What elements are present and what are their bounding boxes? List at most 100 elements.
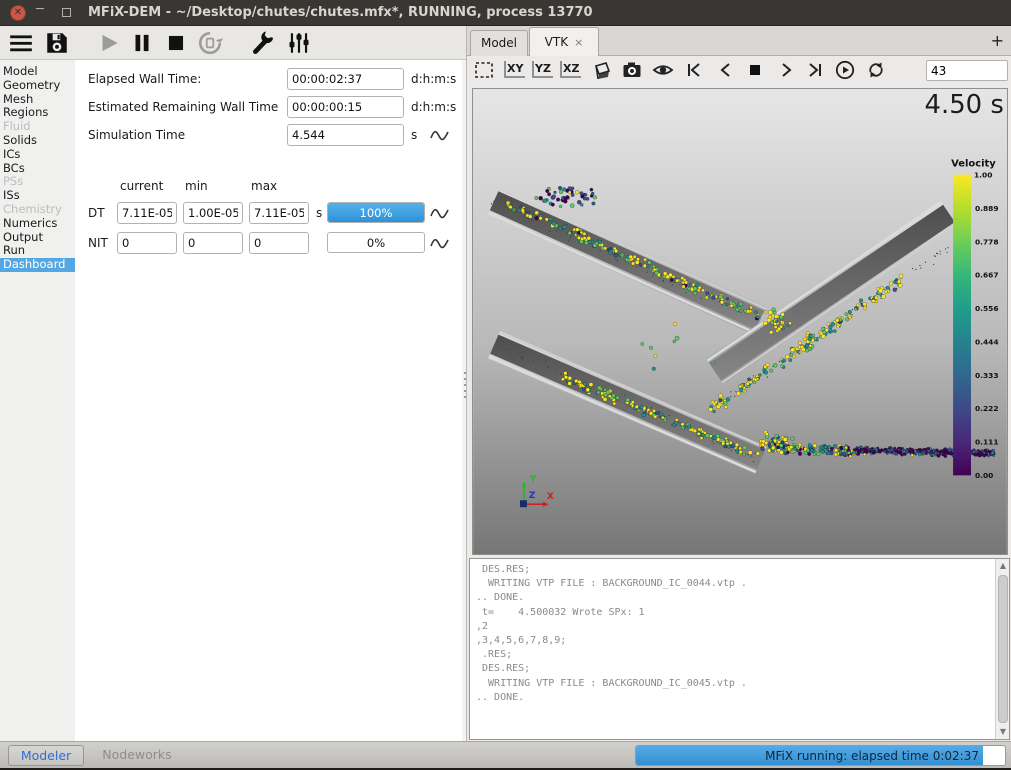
sidebar-item-bcs[interactable]: BCs — [0, 162, 75, 176]
nit-progress-label: 0% — [328, 233, 424, 252]
elapsed-wall-time-unit: d:h:m:s — [411, 68, 456, 90]
vtk-toolbar: XY YZ XZ — [467, 56, 1011, 84]
reset-view-icon[interactable] — [473, 59, 495, 81]
wrench-icon[interactable] — [250, 30, 276, 56]
scroll-down-icon[interactable]: ▼ — [996, 725, 1010, 739]
svg-text:0.556: 0.556 — [975, 304, 999, 313]
svg-text:0.778: 0.778 — [975, 237, 999, 246]
vtk-scene: Velocity1.000.8890.7780.6670.5560.4440.3… — [473, 89, 1007, 554]
sidebar-item-output[interactable]: Output — [0, 231, 75, 245]
elapsed-wall-time-label: Elapsed Wall Time: — [88, 68, 201, 90]
view-xz-icon[interactable]: XZ — [560, 61, 581, 78]
sidebar-item-chemistry: Chemistry — [0, 203, 75, 217]
window-restore-button[interactable] — [62, 8, 71, 17]
sidebar-item-regions[interactable]: Regions — [0, 106, 75, 120]
console-text: DES.RES; WRITING VTP FILE : BACKGROUND_I… — [470, 559, 1009, 709]
svg-text:4.50 s: 4.50 s — [925, 90, 1004, 120]
previous-frame-icon[interactable] — [715, 59, 737, 81]
play-animation-icon[interactable] — [834, 59, 856, 81]
svg-text:Y: Y — [529, 474, 537, 484]
remaining-wall-time-input[interactable] — [287, 96, 404, 118]
svg-text:0.111: 0.111 — [975, 437, 999, 446]
column-header-current: current — [120, 178, 163, 194]
dt-current-input[interactable] — [117, 202, 177, 224]
sidebar-item-numerics[interactable]: Numerics — [0, 217, 75, 231]
elapsed-wall-time-input[interactable] — [287, 68, 404, 90]
tab-close-icon[interactable]: × — [574, 36, 583, 49]
svg-text:0.889: 0.889 — [975, 204, 999, 213]
sidebar-item-fluid: Fluid — [0, 120, 75, 134]
tab-vtk-label: VTK — [545, 35, 568, 49]
simulation-time-sparkline-icon[interactable] — [430, 127, 450, 143]
sidebar-item-solids[interactable]: Solids — [0, 134, 75, 148]
tab-model-label: Model — [481, 36, 517, 50]
dt-min-input[interactable] — [183, 202, 243, 224]
next-frame-icon[interactable] — [775, 59, 797, 81]
loop-icon[interactable] — [865, 59, 887, 81]
dt-progress-label: 100% — [328, 203, 424, 222]
modeler-tab-button[interactable]: Modeler — [8, 745, 84, 766]
console-scrollbar[interactable]: ▲ ▼ — [995, 559, 1009, 739]
menu-icon[interactable] — [8, 30, 34, 56]
stop-playback-icon[interactable] — [744, 59, 766, 81]
tab-model[interactable]: Model — [470, 30, 528, 56]
nit-row-label: NIT — [88, 232, 108, 254]
window-title: MFiX-DEM - ~/Desktop/chutes/chutes.mfx*,… — [88, 0, 593, 26]
camera-icon[interactable] — [621, 59, 643, 81]
view-xy-icon[interactable]: XY — [504, 61, 525, 78]
run-progress-label: MFiX running: elapsed time 0:02:37 — [636, 746, 979, 765]
play-icon[interactable] — [96, 30, 122, 56]
sidebar-item-model[interactable]: Model — [0, 65, 75, 79]
svg-text:0.667: 0.667 — [975, 271, 999, 280]
nit-current-input[interactable] — [117, 232, 177, 254]
add-tab-button[interactable]: + — [991, 31, 1004, 50]
svg-text:Z: Z — [529, 491, 536, 501]
status-bar: Modeler Nodeworks MFiX running: elapsed … — [0, 741, 1011, 768]
frame-number-input[interactable] — [926, 60, 1008, 81]
nit-sparkline-icon[interactable] — [430, 235, 450, 251]
vtk-viewport[interactable]: Velocity1.000.8890.7780.6670.5560.4440.3… — [472, 88, 1008, 555]
sidebar-item-geometry[interactable]: Geometry — [0, 79, 75, 93]
scroll-thumb[interactable] — [998, 575, 1008, 723]
pause-icon[interactable] — [129, 30, 155, 56]
sliders-icon[interactable] — [286, 30, 312, 56]
scroll-up-icon[interactable]: ▲ — [996, 559, 1010, 573]
perspective-icon[interactable] — [591, 59, 613, 81]
simulation-time-input[interactable] — [287, 124, 404, 146]
view-panel: Model VTK× + XY YZ XZ — [466, 26, 1011, 741]
save-icon[interactable] — [44, 30, 70, 56]
nit-max-input[interactable] — [249, 232, 309, 254]
window-minimize-button[interactable]: ─ — [36, 2, 44, 17]
sidebar-item-dashboard[interactable]: Dashboard — [0, 258, 75, 272]
column-header-max: max — [251, 178, 277, 194]
nit-min-input[interactable] — [183, 232, 243, 254]
column-header-min: min — [185, 178, 208, 194]
first-frame-icon[interactable] — [683, 59, 705, 81]
view-yz-icon[interactable]: YZ — [532, 61, 553, 78]
svg-text:0.444: 0.444 — [975, 337, 999, 346]
svg-text:X: X — [547, 492, 554, 502]
window-close-button[interactable]: ✕ — [10, 5, 26, 21]
sidebar-item-mesh[interactable]: Mesh — [0, 93, 75, 107]
sidebar-item-ics[interactable]: ICs — [0, 148, 75, 162]
sidebar-item-run[interactable]: Run — [0, 244, 75, 258]
tab-vtk[interactable]: VTK × — [529, 27, 599, 56]
visibility-eye-icon[interactable] — [652, 59, 674, 81]
view-tab-bar: Model VTK × + — [467, 26, 1011, 56]
nodeworks-tab-button[interactable]: Nodeworks — [92, 745, 182, 766]
dt-sparkline-icon[interactable] — [430, 205, 450, 221]
run-progress-bar: MFiX running: elapsed time 0:02:37 — [635, 745, 1006, 766]
svg-text:0.222: 0.222 — [975, 404, 999, 413]
sidebar-item-iss[interactable]: ISs — [0, 189, 75, 203]
output-console[interactable]: DES.RES; WRITING VTP FILE : BACKGROUND_I… — [469, 558, 1010, 740]
mfix-window: ✕ ─ MFiX-DEM - ~/Desktop/chutes/chutes.m… — [0, 0, 1011, 770]
stop-icon[interactable] — [163, 30, 189, 56]
title-bar: ✕ ─ MFiX-DEM - ~/Desktop/chutes/chutes.m… — [0, 0, 1011, 26]
simulation-time-label: Simulation Time — [88, 124, 185, 146]
reset-icon[interactable] — [197, 30, 223, 56]
dt-unit: s — [316, 202, 322, 224]
svg-text:0.333: 0.333 — [975, 371, 999, 380]
dt-max-input[interactable] — [249, 202, 309, 224]
dt-progress-bar: 100% — [327, 202, 425, 223]
last-frame-icon[interactable] — [804, 59, 826, 81]
